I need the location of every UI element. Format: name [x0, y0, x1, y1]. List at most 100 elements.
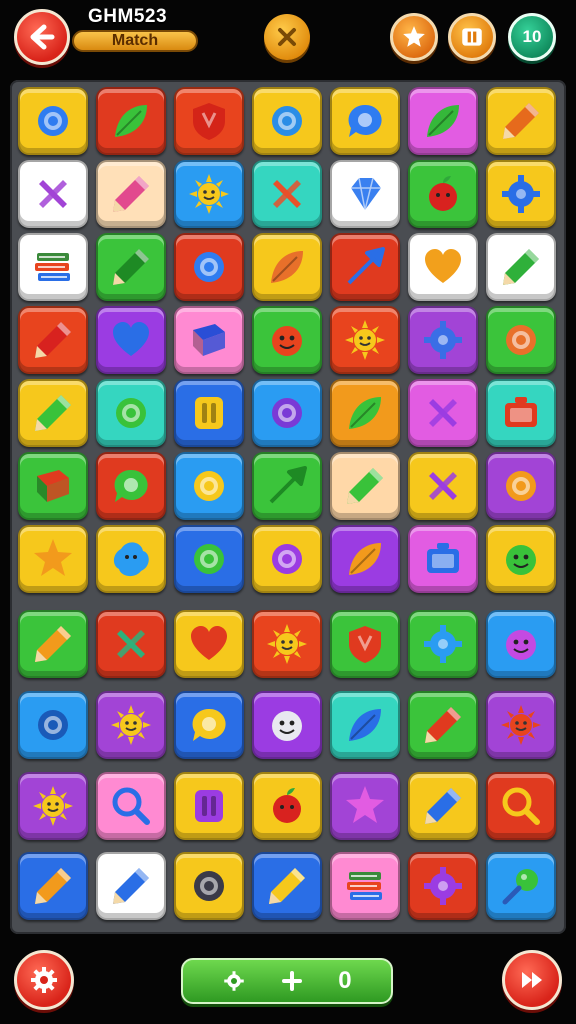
- tile-r7-c6[interactable]: [408, 525, 478, 593]
- tile-r3-c1[interactable]: [18, 233, 88, 301]
- tile-r11-c7[interactable]: [486, 852, 556, 920]
- cross-icon: [107, 620, 155, 668]
- tile-r3-c2[interactable]: [96, 233, 166, 301]
- tile-r7-c2[interactable]: [96, 525, 166, 593]
- x-icon: [278, 28, 296, 46]
- tile-r2-c7[interactable]: [486, 160, 556, 228]
- ring-icon: [263, 389, 311, 437]
- tile-r2-c2[interactable]: [96, 160, 166, 228]
- tile-r10-c6[interactable]: [408, 772, 478, 840]
- tile-r1-c3[interactable]: [174, 87, 244, 155]
- tile-r2-c4[interactable]: [252, 160, 322, 228]
- tile-r4-c4[interactable]: [252, 306, 322, 374]
- tile-r2-c1[interactable]: [18, 160, 88, 228]
- ring-icon: [29, 701, 77, 749]
- tile-r5-c4[interactable]: [252, 379, 322, 447]
- settings-button[interactable]: [14, 950, 74, 1010]
- tile-r9-c7[interactable]: [486, 691, 556, 759]
- close-button[interactable]: [264, 14, 310, 60]
- tile-r9-c3[interactable]: [174, 691, 244, 759]
- tile-r5-c5[interactable]: [330, 379, 400, 447]
- tile-r9-c4[interactable]: [252, 691, 322, 759]
- tile-r5-c3[interactable]: [174, 379, 244, 447]
- tile-r5-c6[interactable]: [408, 379, 478, 447]
- tile-r7-c5[interactable]: [330, 525, 400, 593]
- tile-r10-c1[interactable]: [18, 772, 88, 840]
- tile-r10-c4[interactable]: [252, 772, 322, 840]
- tile-r5-c2[interactable]: [96, 379, 166, 447]
- tile-r7-c3[interactable]: [174, 525, 244, 593]
- gear-icon: [419, 620, 467, 668]
- tile-r1-c6[interactable]: [408, 87, 478, 155]
- back-button[interactable]: [14, 9, 70, 65]
- mode-badge: Match: [72, 30, 198, 52]
- tile-r2-c3[interactable]: [174, 160, 244, 228]
- tile-r10-c3[interactable]: [174, 772, 244, 840]
- tile-r1-c5[interactable]: [330, 87, 400, 155]
- tile-r3-c5[interactable]: [330, 233, 400, 301]
- arrow-left-icon: [30, 24, 55, 50]
- tile-r7-c1[interactable]: [18, 525, 88, 593]
- cross-icon: [29, 170, 77, 218]
- tile-r6-c1[interactable]: [18, 452, 88, 520]
- sun-icon: [107, 701, 155, 749]
- pencil-icon: [29, 862, 77, 910]
- tile-r3-c7[interactable]: [486, 233, 556, 301]
- tile-r11-c6[interactable]: [408, 852, 478, 920]
- tile-r3-c3[interactable]: [174, 233, 244, 301]
- tile-r1-c1[interactable]: [18, 87, 88, 155]
- pause-button[interactable]: [448, 13, 496, 61]
- tile-r11-c4[interactable]: [252, 852, 322, 920]
- tile-r10-c2[interactable]: [96, 772, 166, 840]
- leaf-icon: [341, 701, 389, 749]
- tile-r10-c5[interactable]: [330, 772, 400, 840]
- tile-r8-c5[interactable]: [330, 610, 400, 678]
- tile-r4-c6[interactable]: [408, 306, 478, 374]
- tile-r4-c3[interactable]: [174, 306, 244, 374]
- tile-r9-c1[interactable]: [18, 691, 88, 759]
- tile-r11-c2[interactable]: [96, 852, 166, 920]
- tile-r4-c1[interactable]: [18, 306, 88, 374]
- tile-r11-c3[interactable]: [174, 852, 244, 920]
- tile-r2-c6[interactable]: [408, 160, 478, 228]
- tile-r5-c7[interactable]: [486, 379, 556, 447]
- tile-r4-c5[interactable]: [330, 306, 400, 374]
- tile-r7-c7[interactable]: [486, 525, 556, 593]
- tile-r8-c1[interactable]: [18, 610, 88, 678]
- tile-r8-c6[interactable]: [408, 610, 478, 678]
- star-button[interactable]: [390, 13, 438, 61]
- tile-r1-c7[interactable]: [486, 87, 556, 155]
- tile-r3-c4[interactable]: [252, 233, 322, 301]
- tile-r7-c4[interactable]: [252, 525, 322, 593]
- tile-r1-c2[interactable]: [96, 87, 166, 155]
- tile-r6-c2[interactable]: [96, 452, 166, 520]
- sun-icon: [185, 170, 233, 218]
- tile-r5-c1[interactable]: [18, 379, 88, 447]
- tile-r6-c6[interactable]: [408, 452, 478, 520]
- tile-r11-c1[interactable]: [18, 852, 88, 920]
- tile-r3-c6[interactable]: [408, 233, 478, 301]
- shield-icon: [185, 97, 233, 145]
- gear-icon: [497, 170, 545, 218]
- ring-icon: [497, 316, 545, 364]
- tile-r9-c5[interactable]: [330, 691, 400, 759]
- tile-r1-c4[interactable]: [252, 87, 322, 155]
- tile-r8-c4[interactable]: [252, 610, 322, 678]
- next-button[interactable]: [502, 950, 562, 1010]
- tile-r4-c7[interactable]: [486, 306, 556, 374]
- tile-r4-c2[interactable]: [96, 306, 166, 374]
- tile-r9-c2[interactable]: [96, 691, 166, 759]
- tile-r10-c7[interactable]: [486, 772, 556, 840]
- tile-r8-c7[interactable]: [486, 610, 556, 678]
- tile-r2-c5[interactable]: [330, 160, 400, 228]
- tile-r8-c3[interactable]: [174, 610, 244, 678]
- tile-r6-c7[interactable]: [486, 452, 556, 520]
- tile-r8-c2[interactable]: [96, 610, 166, 678]
- tile-r6-c3[interactable]: [174, 452, 244, 520]
- tile-r6-c5[interactable]: [330, 452, 400, 520]
- ring-icon: [107, 389, 155, 437]
- tile-r9-c6[interactable]: [408, 691, 478, 759]
- tile-r11-c5[interactable]: [330, 852, 400, 920]
- tile-r6-c4[interactable]: [252, 452, 322, 520]
- gear-icon: [419, 862, 467, 910]
